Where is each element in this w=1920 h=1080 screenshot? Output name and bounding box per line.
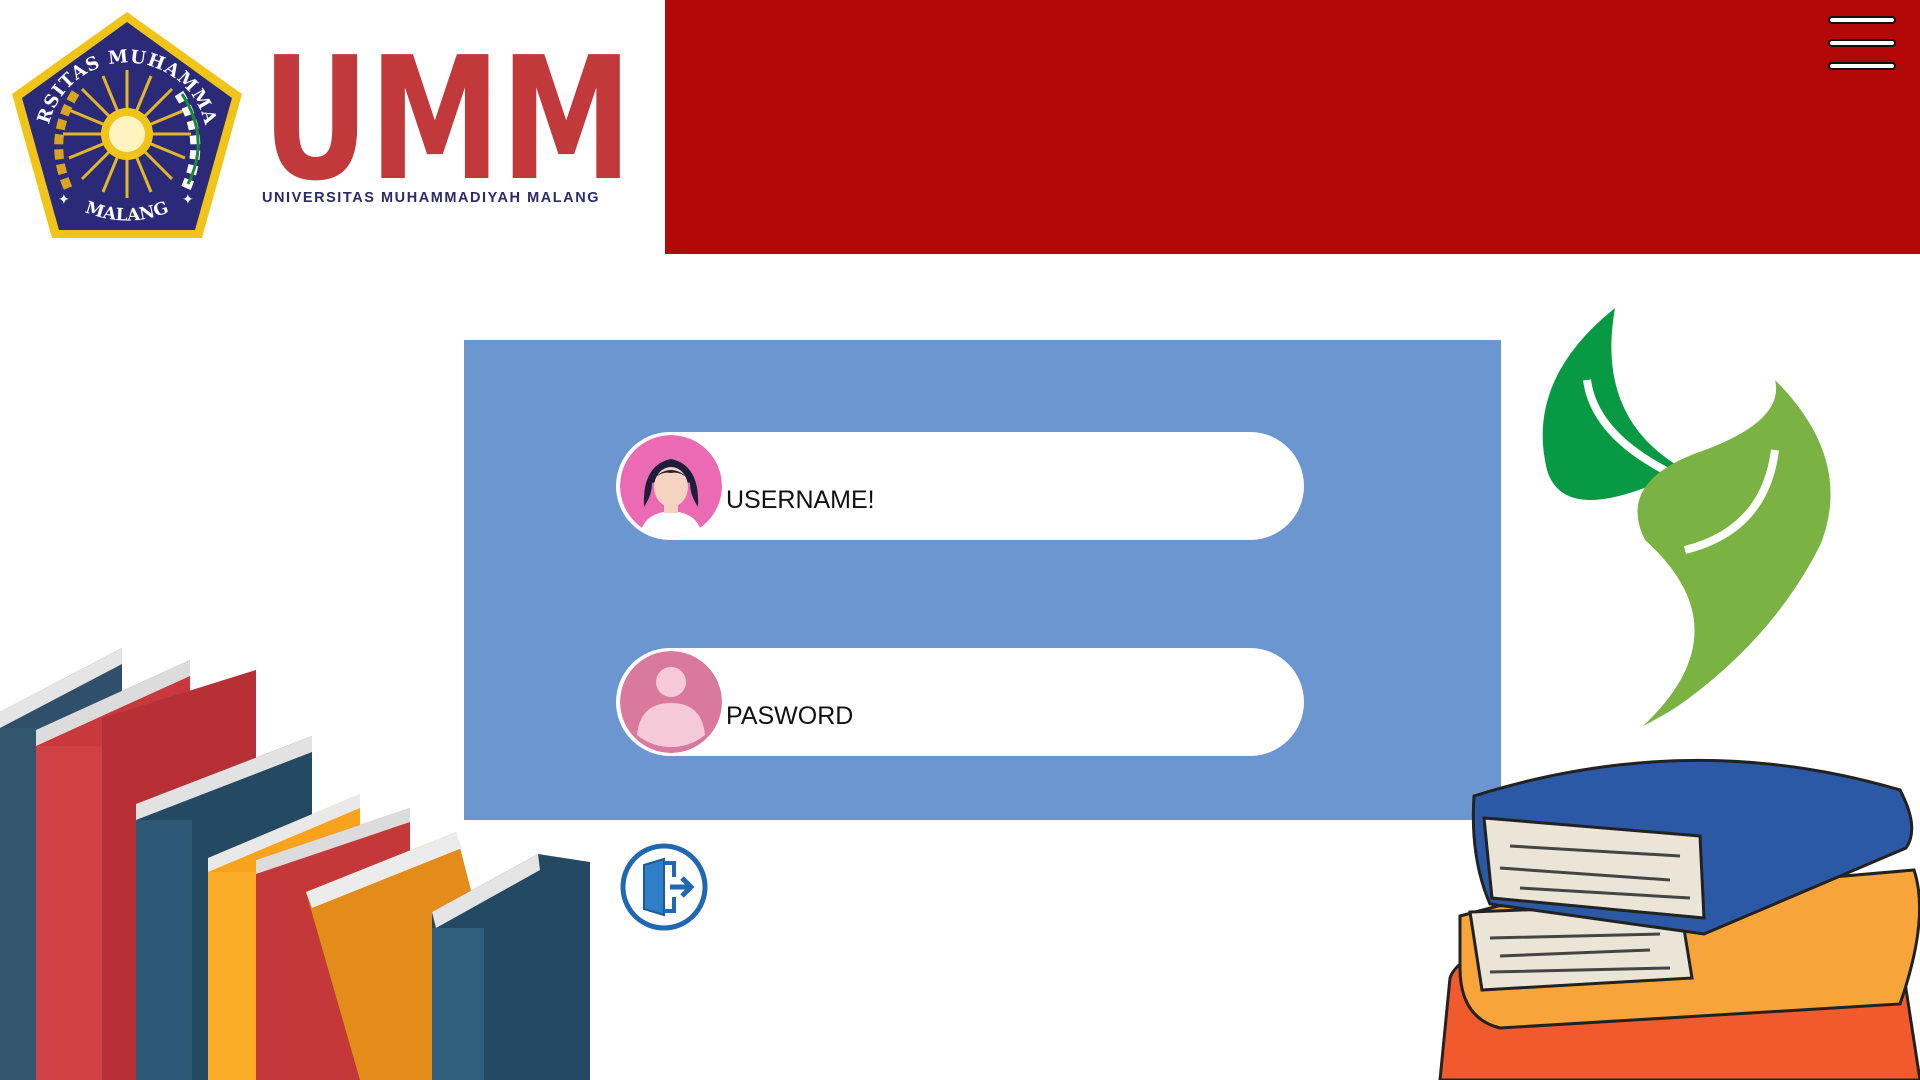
password-label: PASWORD (726, 702, 854, 730)
password-field[interactable]: PASWORD (616, 648, 1304, 756)
username-label: USERNAME! (726, 486, 875, 514)
menu-bar-icon (1828, 16, 1896, 24)
umm-seal-logo: UNIVERSITAS MUHAMMADIYAH MALANG ✦ ✦ (6, 8, 242, 238)
exit-door-icon[interactable] (620, 843, 708, 931)
svg-text:✦: ✦ (58, 192, 70, 208)
menu-bar-icon (1828, 62, 1896, 70)
header-banner (665, 0, 1920, 254)
menu-bar-icon (1828, 39, 1896, 47)
user-avatar-icon (620, 435, 722, 537)
username-field[interactable]: USERNAME! (616, 432, 1304, 540)
svg-text:✦: ✦ (182, 192, 194, 208)
svg-text:UMM: UMM (262, 28, 632, 208)
hamburger-menu-button[interactable] (1826, 16, 1900, 74)
umm-wordmark-logo: UMM (262, 28, 632, 208)
person-silhouette-icon (620, 651, 722, 753)
logo-tagline: UNIVERSITAS MUHAMMADIYAH MALANG (262, 190, 601, 206)
books-stack-illustration (0, 648, 590, 1080)
green-leaves-icon (1542, 308, 1838, 726)
books-with-leaves-illustration (1438, 758, 1920, 1080)
